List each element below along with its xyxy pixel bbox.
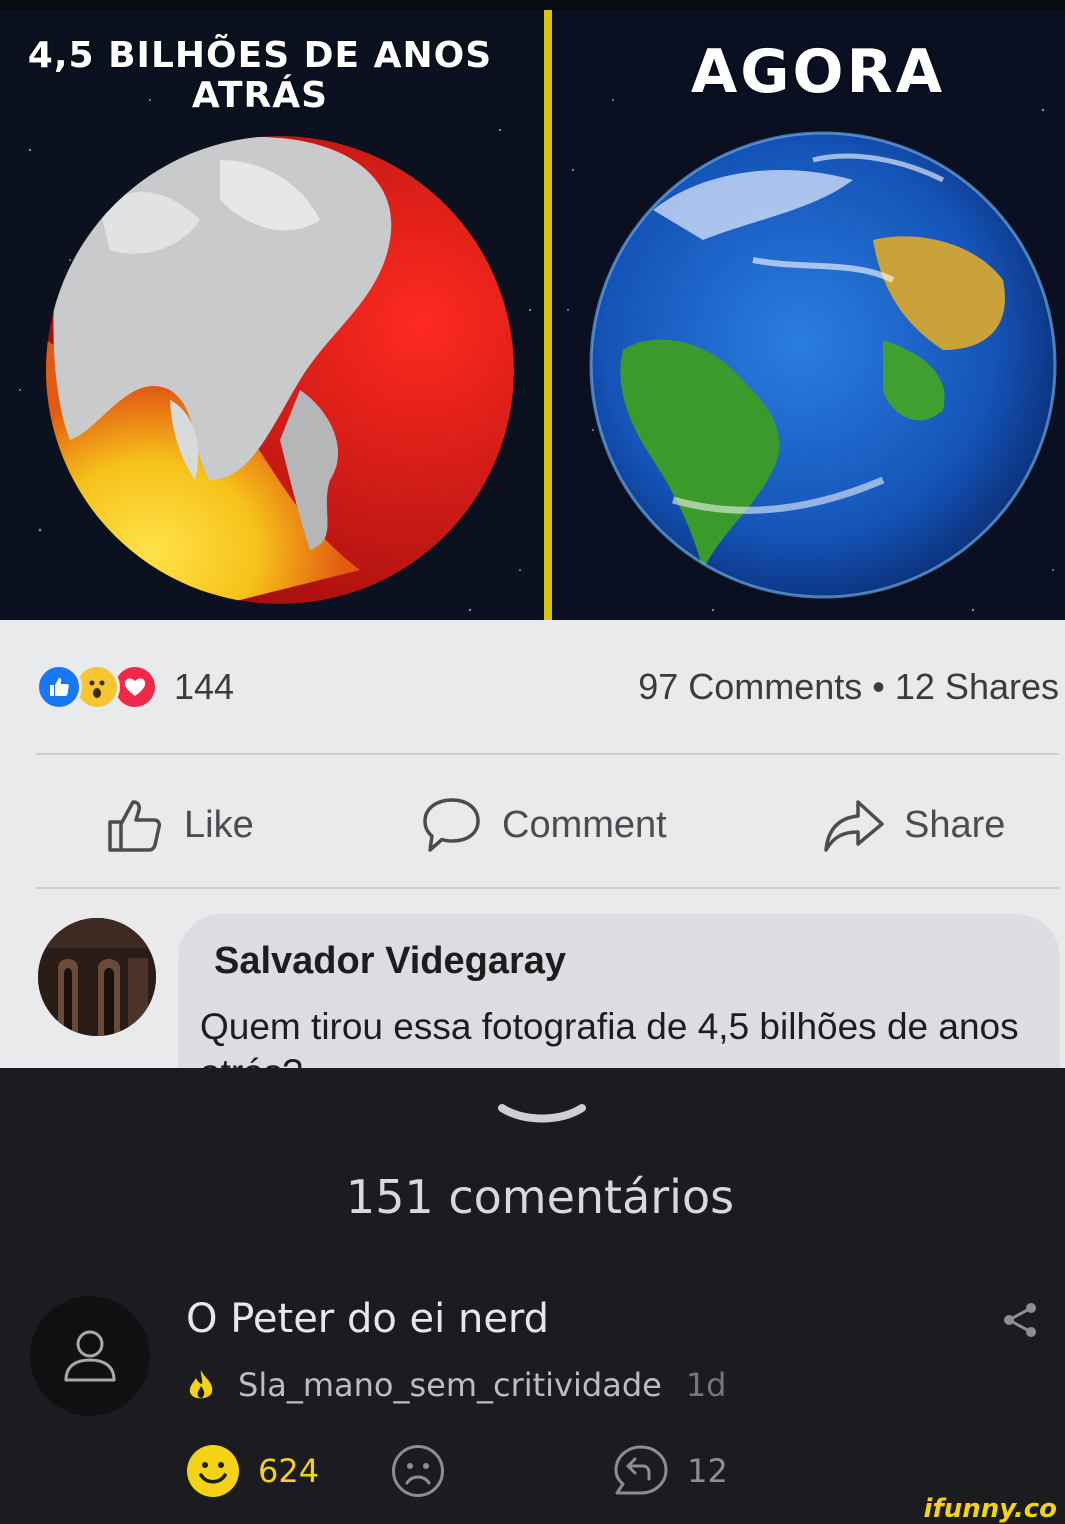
speech-bubble-icon — [423, 798, 480, 852]
fire-icon — [189, 1370, 213, 1399]
divider-accent-line — [544, 10, 552, 620]
panel-earth-now: AGORA — [553, 10, 1065, 620]
comment-author[interactable]: Salvador Videgaray — [214, 940, 566, 983]
unsmile-icon[interactable] — [391, 1444, 445, 1498]
smile-icon[interactable] — [186, 1444, 240, 1498]
like-icon — [36, 664, 82, 710]
panel-early-earth: 4,5 BILHÕES DE ANOS ATRÁS — [0, 10, 543, 620]
reply-icon[interactable] — [613, 1444, 669, 1498]
comment-label: Comment — [502, 803, 667, 846]
divider — [36, 887, 1059, 889]
comment-time: 1d — [685, 1366, 727, 1404]
reply-count: 12 — [687, 1452, 728, 1490]
share-label: Share — [904, 803, 1006, 846]
comment-actions: 624 12 — [186, 1444, 728, 1498]
user-icon — [64, 1330, 116, 1382]
comments-count-title: 151 comentários — [345, 1170, 735, 1224]
comment-text: O Peter do ei nerd — [186, 1296, 550, 1342]
top-edge — [0, 0, 1065, 10]
watermark-logo: ifunny.co — [923, 1494, 1057, 1524]
divider — [36, 753, 1059, 755]
avatar-image — [38, 918, 156, 1036]
avatar[interactable] — [38, 918, 156, 1036]
share-icon[interactable] — [1000, 1300, 1040, 1340]
like-label: Like — [184, 803, 254, 846]
share-arrow-icon — [824, 800, 884, 852]
comment-username[interactable]: Sla_mano_sem_critividade — [238, 1366, 662, 1404]
reactions-summary[interactable]: 144 — [36, 664, 234, 710]
like-button[interactable]: Like — [104, 790, 254, 860]
reactions-count: 144 — [174, 666, 235, 707]
avatar[interactable] — [30, 1296, 150, 1416]
smile-count: 624 — [258, 1452, 320, 1490]
comment-meta: Sla_mano_sem_critividade 1d — [186, 1366, 726, 1404]
thumbs-up-icon — [108, 800, 161, 852]
chevron-down-icon[interactable] — [494, 1098, 590, 1138]
comment-text: Quem tirou essa fotografia de 4,5 bilhõe… — [200, 1006, 1019, 1068]
share-button[interactable]: Share — [822, 790, 1005, 860]
left-panel-title: 4,5 BILHÕES DE ANOS ATRÁS — [27, 35, 493, 116]
comment-button[interactable]: Comment — [420, 790, 667, 860]
shared-post-screenshot: 4,5 BILHÕES DE ANOS ATRÁS AGORA 144 97 C… — [0, 0, 1065, 1068]
comments-shares-stats[interactable]: 97 Comments • 12 Shares — [638, 664, 1059, 710]
right-panel-title: AGORA — [690, 37, 946, 107]
